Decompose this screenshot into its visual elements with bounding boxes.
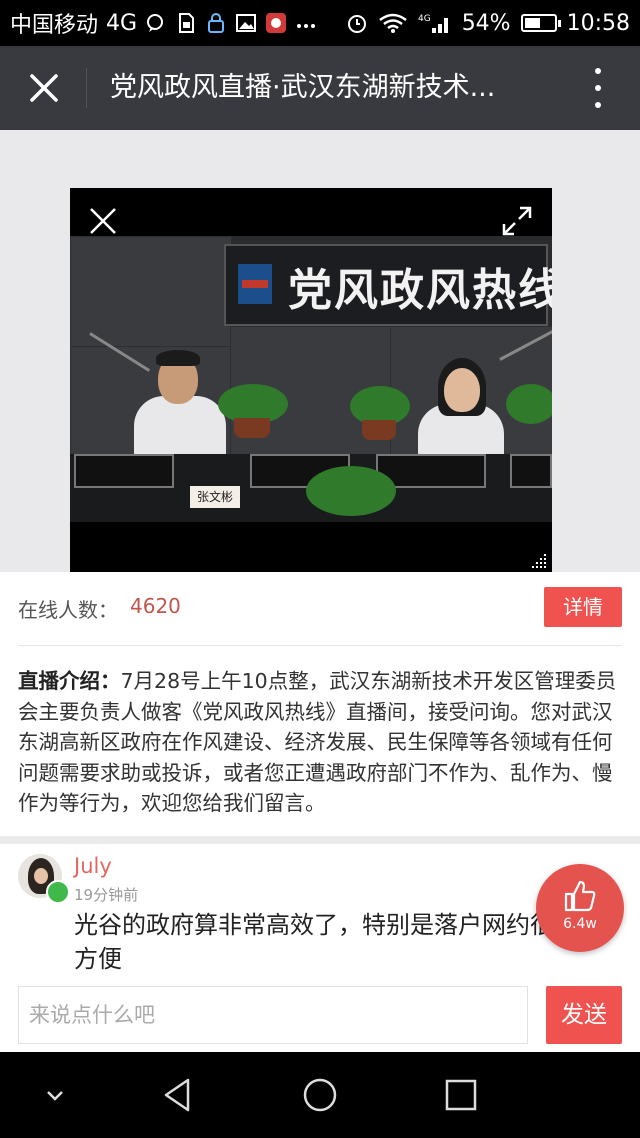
- comment-input-bar: 发送: [0, 984, 640, 1052]
- battery-icon: [520, 14, 561, 32]
- video-player[interactable]: 党风政风热线 张文彬: [70, 188, 552, 572]
- thumbs-up-icon: [564, 880, 596, 912]
- online-count: 4620: [130, 594, 181, 618]
- clock: 10:58: [566, 10, 630, 36]
- status-bar: 中国移动 4G 4G 54% 10:58: [0, 0, 640, 46]
- back-icon[interactable]: [156, 1072, 202, 1118]
- page-title: 党风政风直播·武汉东湖新技术...: [110, 72, 496, 103]
- like-count: 6.4w: [563, 916, 597, 932]
- chat-bubble-icon: [147, 14, 164, 32]
- online-info: 在线人数： 4620 详情: [0, 572, 640, 642]
- recent-apps-icon[interactable]: [438, 1072, 484, 1118]
- system-nav-bar: [0, 1052, 640, 1138]
- title-divider: [86, 68, 87, 108]
- program-sign: 党风政风热线: [224, 244, 552, 326]
- section-divider: [0, 836, 640, 844]
- lock-icon: [208, 13, 225, 33]
- live-intro: 直播介绍：7月28号上午10点整，武汉东湖新技术开发区管理委员会主要负责人做客《…: [18, 666, 622, 819]
- wifi-icon: [378, 13, 407, 33]
- network-type: 4G: [106, 10, 138, 36]
- alarm-icon: [347, 15, 366, 33]
- like-button[interactable]: 6.4w: [536, 864, 624, 952]
- close-icon[interactable]: [88, 206, 118, 236]
- video-frame: 党风政风热线 张文彬: [70, 236, 552, 522]
- comment-input[interactable]: [18, 986, 528, 1044]
- battery-percent: 54%: [461, 10, 511, 36]
- expand-icon[interactable]: [500, 204, 534, 238]
- comment-time: 19分钟前: [74, 886, 139, 904]
- divider: [18, 645, 622, 646]
- svg-text:4G: 4G: [418, 14, 431, 24]
- wechat-badge-icon: [46, 880, 70, 904]
- intro-label: 直播介绍：: [18, 669, 121, 693]
- comment-username[interactable]: July: [74, 854, 112, 878]
- app-notification-icon: [266, 13, 287, 33]
- program-sign-text: 党风政风热线: [288, 265, 552, 316]
- detail-button[interactable]: 详情: [544, 587, 622, 627]
- close-icon[interactable]: [22, 66, 66, 110]
- chevron-down-icon[interactable]: [32, 1072, 78, 1118]
- send-button[interactable]: 发送: [546, 986, 622, 1044]
- online-count-label: 在线人数：: [18, 598, 118, 622]
- signal-icon: 4G: [418, 14, 448, 33]
- image-icon: [236, 14, 257, 32]
- more-dots-icon: [297, 24, 316, 28]
- nameplate: 张文彬: [190, 486, 240, 508]
- carrier-name: 中国移动: [10, 13, 99, 38]
- tv-logo-icon: [238, 264, 272, 304]
- title-bar: 党风政风直播·武汉东湖新技术...: [0, 46, 640, 130]
- resize-grip-icon[interactable]: [532, 552, 548, 568]
- more-vertical-icon[interactable]: [584, 68, 612, 108]
- comment-text: 光谷的政府算非常高效了，特别是落户网约很方便: [74, 911, 554, 973]
- home-icon[interactable]: [297, 1072, 343, 1118]
- sim-card-icon: [179, 13, 195, 33]
